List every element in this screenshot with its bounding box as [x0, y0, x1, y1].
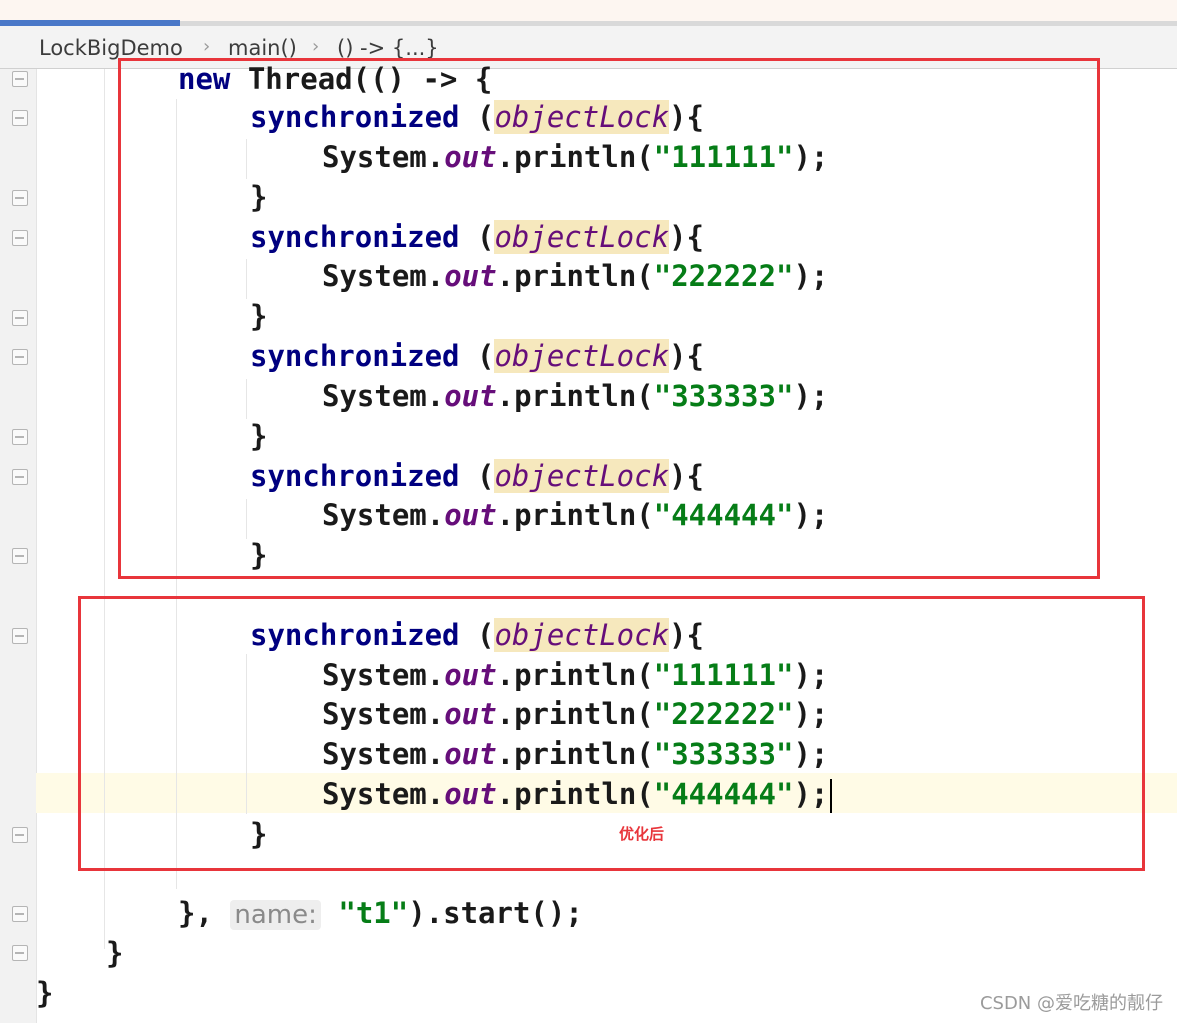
brace-close: } — [106, 936, 124, 970]
fold-marker-icon[interactable] — [12, 110, 28, 126]
fold-marker-icon[interactable] — [12, 429, 28, 445]
fold-marker-icon[interactable] — [12, 548, 28, 564]
highlight-box-before — [118, 58, 1100, 579]
brace-close: } — [36, 976, 54, 1010]
code-line-close-method: } — [106, 933, 123, 973]
breadcrumb-item-method[interactable]: main() — [228, 36, 297, 60]
fold-marker-icon[interactable] — [12, 190, 28, 206]
code-line-thread-start: }, name: "t1").start(); — [178, 893, 583, 935]
optimized-annotation: 优化后 — [619, 825, 665, 843]
string-literal: "t1" — [338, 896, 409, 930]
code-line-close-class: } — [36, 973, 53, 1013]
fold-marker-icon[interactable] — [12, 469, 28, 485]
fold-marker-icon[interactable] — [12, 827, 28, 843]
breadcrumb-item-class[interactable]: LockBigDemo — [39, 36, 183, 60]
breadcrumb-item-lambda[interactable]: () -> {...} — [337, 36, 439, 60]
fold-marker-icon[interactable] — [12, 349, 28, 365]
lambda-close: }, — [178, 896, 231, 930]
fold-marker-icon[interactable] — [12, 906, 28, 922]
highlight-box-after — [78, 596, 1145, 871]
fold-marker-icon[interactable] — [12, 945, 28, 961]
fold-marker-icon[interactable] — [12, 230, 28, 246]
fold-marker-icon[interactable] — [12, 310, 28, 326]
breadcrumb-separator: › — [312, 36, 320, 57]
parameter-name-hint: name: — [230, 900, 321, 930]
fold-marker-icon[interactable] — [12, 71, 28, 87]
top-bar — [0, 0, 1177, 21]
editor-gutter — [0, 69, 37, 1023]
fold-marker-icon[interactable] — [12, 628, 28, 644]
breadcrumb-separator: › — [203, 36, 211, 57]
start-call: ).start(); — [408, 896, 583, 930]
watermark: CSDN @爱吃糖的靓仔 — [979, 993, 1163, 1014]
